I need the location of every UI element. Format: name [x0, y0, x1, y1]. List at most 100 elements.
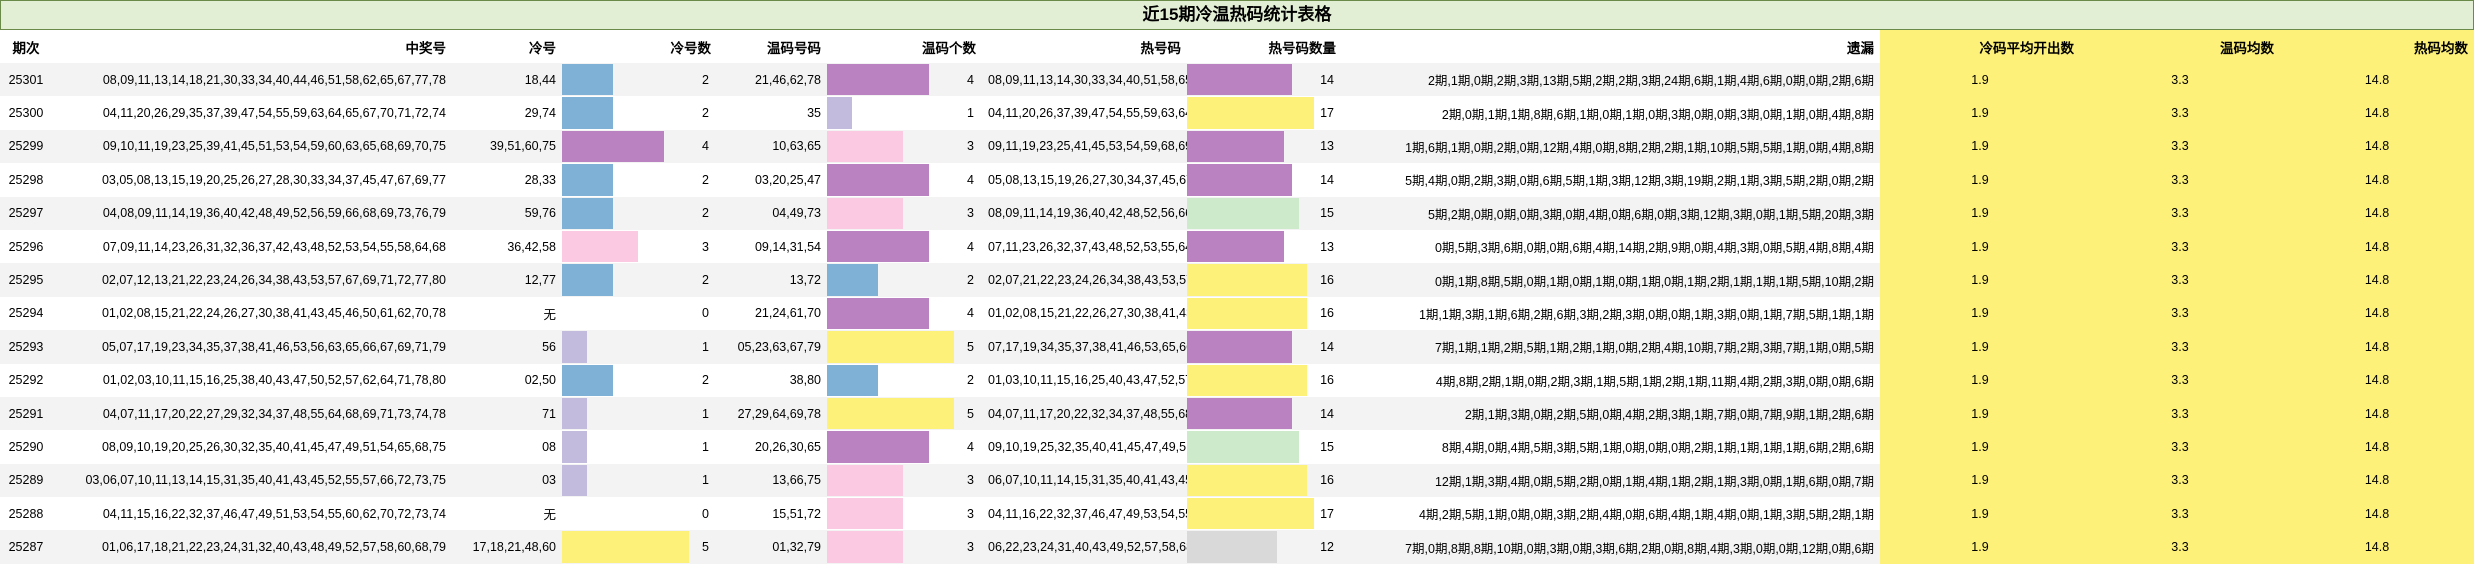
cell-hot: 04,11,20,26,37,39,47,54,55,59,63,64,65,6… — [982, 96, 1187, 130]
cell-hot: 09,10,19,25,32,35,40,41,45,47,49,51,54,6… — [982, 430, 1187, 464]
header-warm: 温码号码 — [767, 40, 821, 56]
hot-count-value: 16 — [1320, 273, 1334, 288]
cell-cold: 56 — [452, 330, 562, 364]
cold-count-value: 1 — [702, 339, 709, 354]
cell-numbers: 05,07,17,19,23,34,35,37,38,41,46,53,56,6… — [52, 330, 452, 364]
cold-count-value: 1 — [702, 406, 709, 421]
hot-count-value: 13 — [1320, 139, 1334, 154]
cell-miss: 2期,0期,1期,1期,8期,6期,1期,0期,1期,0期,3期,0期,0期,3… — [1342, 96, 1880, 130]
hot-count-bar — [1187, 230, 1284, 263]
cell-miss: 2期,1期,3期,0期,2期,5期,0期,4期,2期,3期,1期,7期,0期,7… — [1342, 396, 1880, 431]
cell-warm: 01,32,79 — [717, 530, 827, 564]
cold-count-value: 5 — [702, 540, 709, 555]
cold-count-bar — [562, 197, 613, 229]
cell-numbers: 04,11,15,16,22,32,37,46,47,49,51,53,54,5… — [52, 497, 452, 531]
warm-count-bar — [827, 64, 929, 96]
cell-hot-avg: 14.8 — [2280, 463, 2474, 498]
cell-cold-avg: 1.9 — [1880, 163, 2080, 197]
cold-count-bar — [562, 531, 689, 563]
hot-count-value: 17 — [1320, 106, 1334, 121]
cell-hot: 01,02,08,15,21,22,26,27,30,38,41,43,45,4… — [982, 296, 1187, 331]
cell-warm-avg: 3.3 — [2080, 63, 2280, 97]
cell-cold-avg: 1.9 — [1880, 430, 2080, 464]
cell-miss: 5期,4期,0期,2期,3期,0期,6期,5期,1期,3期,12期,3期,19期… — [1342, 163, 1880, 197]
header-cold-count: 冷号数 — [670, 40, 712, 56]
hot-count-value: 16 — [1320, 373, 1334, 388]
cell-miss: 1期,6期,1期,0期,2期,0期,12期,4期,0期,8期,2期,2期,1期,… — [1342, 129, 1880, 164]
cell-period: 25287 — [0, 530, 52, 564]
cell-miss: 2期,1期,0期,2期,3期,13期,5期,2期,2期,3期,24期,6期,1期… — [1342, 63, 1880, 97]
cell-miss: 7期,0期,8期,8期,10期,0期,3期,0期,3期,6期,2期,0期,8期,… — [1342, 530, 1880, 564]
cell-warm: 03,20,25,47 — [717, 163, 827, 197]
warm-count-bar — [827, 531, 903, 563]
warm-count-bar — [827, 197, 903, 229]
cell-hot-avg: 14.8 — [2280, 263, 2474, 297]
cell-cold-count: 2 — [562, 163, 717, 197]
hot-count-bar — [1187, 164, 1292, 196]
hot-count-value: 14 — [1320, 406, 1334, 421]
cell-warm-avg: 3.3 — [2080, 330, 2280, 364]
cell-cold-count: 1 — [562, 430, 717, 464]
cell-hot-avg: 14.8 — [2280, 229, 2474, 264]
warm-count-value: 4 — [967, 172, 974, 187]
cell-hot-count: 14 — [1187, 63, 1342, 97]
cell-cold: 71 — [452, 396, 562, 431]
cell-warm-count: 5 — [827, 330, 982, 364]
cell-cold: 39,51,60,75 — [452, 129, 562, 164]
cell-cold-count: 4 — [562, 129, 717, 164]
hot-count-value: 14 — [1320, 339, 1334, 354]
cold-count-bar — [562, 230, 638, 263]
cell-numbers: 08,09,10,19,20,25,26,30,32,35,40,41,45,4… — [52, 430, 452, 464]
cell-warm-avg: 3.3 — [2080, 430, 2280, 464]
cell-miss: 0期,5期,3期,6期,0期,0期,6期,4期,14期,2期,9期,0期,4期,… — [1342, 229, 1880, 264]
table-title: 近15期冷温热码统计表格 — [0, 0, 2474, 30]
cell-warm-count: 5 — [827, 396, 982, 431]
cell-numbers: 03,05,08,13,15,19,20,25,26,27,28,30,33,3… — [52, 163, 452, 197]
cell-cold-count: 2 — [562, 263, 717, 297]
cell-cold-count: 5 — [562, 530, 717, 564]
cell-hot-count: 12 — [1187, 530, 1342, 564]
cold-count-value: 0 — [702, 306, 709, 321]
header-warm-avg: 温码均数 — [2080, 30, 2280, 63]
cold-count-value: 4 — [702, 139, 709, 154]
cell-hot-count: 17 — [1187, 96, 1342, 130]
cold-count-value: 2 — [702, 273, 709, 288]
cell-cold: 17,18,21,48,60 — [452, 530, 562, 564]
hot-count-value: 17 — [1320, 506, 1334, 521]
cell-cold-count: 2 — [562, 196, 717, 230]
warm-count-value: 3 — [967, 139, 974, 154]
cell-cold-avg: 1.9 — [1880, 363, 2080, 397]
cell-hot-count: 14 — [1187, 330, 1342, 364]
hot-count-bar — [1187, 97, 1314, 129]
header-miss: 遗漏 — [1847, 40, 1874, 56]
cell-cold-avg: 1.9 — [1880, 296, 2080, 331]
cell-period: 25293 — [0, 330, 52, 364]
cell-cold-avg: 1.9 — [1880, 263, 2080, 297]
cell-cold-avg: 1.9 — [1880, 63, 2080, 97]
cell-hot-count: 16 — [1187, 463, 1342, 498]
warm-count-bar — [827, 164, 929, 196]
hot-count-value: 13 — [1320, 239, 1334, 254]
cold-count-bar — [562, 364, 613, 396]
cell-warm-count: 2 — [827, 263, 982, 297]
warm-count-bar — [827, 397, 954, 430]
cell-warm-count: 4 — [827, 430, 982, 464]
table-row: 25290 08,09,10,19,20,25,26,30,32,35,40,41… — [0, 430, 2474, 464]
cell-hot-count: 16 — [1187, 363, 1342, 397]
warm-count-value: 5 — [967, 406, 974, 421]
cell-warm: 20,26,30,65 — [717, 430, 827, 464]
cell-cold: 59,76 — [452, 196, 562, 230]
cell-period: 25301 — [0, 63, 52, 97]
stats-table: 期次 中奖号 冷号 冷号数 温码号码 温码个数 热号码 热号码数量 遗漏 冷码平… — [0, 30, 2474, 564]
cell-miss: 12期,1期,3期,4期,0期,5期,2期,0期,1期,4期,1期,2期,1期,… — [1342, 463, 1880, 498]
cold-count-bar — [562, 464, 587, 497]
cell-period: 25296 — [0, 229, 52, 264]
cold-count-value: 0 — [702, 506, 709, 521]
cell-hot-avg: 14.8 — [2280, 396, 2474, 431]
cell-warm-count: 3 — [827, 129, 982, 164]
cell-cold-count: 2 — [562, 363, 717, 397]
hot-count-bar — [1187, 431, 1299, 463]
cell-warm-avg: 3.3 — [2080, 129, 2280, 164]
cell-warm-avg: 3.3 — [2080, 463, 2280, 498]
cold-count-value: 2 — [702, 172, 709, 187]
